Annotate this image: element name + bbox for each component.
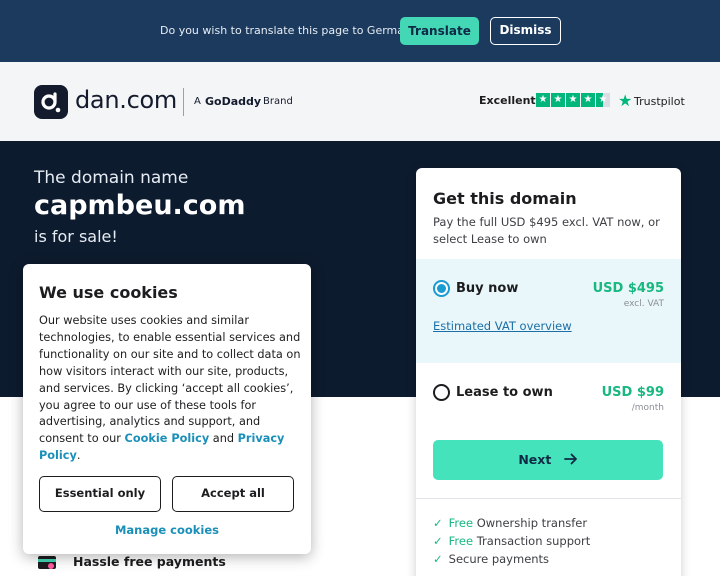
purchase-card: Get this domain Pay the full USD $495 ex… xyxy=(416,168,681,576)
logo-text[interactable]: dan.com xyxy=(75,86,177,114)
feature-text: Secure payments xyxy=(448,552,550,566)
trustpilot-name: Trustpilot xyxy=(634,95,685,108)
feature-free-tag: Free xyxy=(448,516,474,530)
logo-divider xyxy=(183,88,184,116)
cookie-policy-link[interactable]: Cookie Policy xyxy=(125,432,210,445)
translate-bar: Do you wish to translate this page to Ge… xyxy=(0,0,720,62)
hero-for-sale: is for sale! xyxy=(34,227,118,246)
cookie-title: We use cookies xyxy=(39,283,178,302)
arrow-right-icon xyxy=(563,441,578,481)
trustpilot-rating-text: Excellent xyxy=(479,94,536,107)
feature-ownership-transfer: ✓ Free Ownership transfer xyxy=(433,516,587,530)
essential-only-button[interactable]: Essential only xyxy=(39,476,161,512)
feature-text: Transaction support xyxy=(476,534,591,548)
payment-icon xyxy=(36,551,58,573)
lease-to-own-label[interactable]: Lease to own xyxy=(456,385,553,400)
feature-secure-payments: ✓ Secure payments xyxy=(433,552,549,566)
check-icon: ✓ xyxy=(433,552,443,566)
feature-text: Ownership transfer xyxy=(476,516,588,530)
buy-now-option[interactable]: Buy now USD $495 excl. VAT xyxy=(416,259,681,363)
buy-now-radio[interactable] xyxy=(433,280,450,297)
card-divider xyxy=(416,498,681,499)
godaddy-logo: GoDaddy xyxy=(205,95,262,108)
half-star-icon: ★ xyxy=(596,93,610,107)
star-icon: ★ xyxy=(551,93,565,107)
cookie-period: . xyxy=(76,449,81,463)
brand-prefix: A xyxy=(194,96,201,107)
accept-all-button[interactable]: Accept all xyxy=(172,476,294,512)
lease-price: USD $99 xyxy=(601,385,664,400)
hassle-free-payments: Hassle free payments xyxy=(73,554,226,569)
trustpilot-logo-icon: ★ xyxy=(618,91,633,110)
check-icon: ✓ xyxy=(433,534,443,548)
cookie-dialog: We use cookies Our website uses cookies … xyxy=(23,264,311,554)
translate-prompt: Do you wish to translate this page to Ge… xyxy=(160,24,417,37)
card-subtitle: Pay the full USD $495 excl. VAT now, or … xyxy=(433,215,660,246)
manage-cookies-link[interactable]: Manage cookies xyxy=(23,523,311,537)
check-icon: ✓ xyxy=(433,516,443,530)
star-icon: ★ xyxy=(536,93,550,107)
card-title: Get this domain xyxy=(433,189,577,208)
hero-intro: The domain name xyxy=(34,168,189,188)
lease-to-own-radio[interactable] xyxy=(433,384,450,401)
feature-transaction-support: ✓ Free Transaction support xyxy=(433,534,590,548)
next-button[interactable]: Next xyxy=(433,440,663,480)
domain-name: capmbeu.com xyxy=(34,190,246,221)
trustpilot-stars: ★ ★ ★ ★ ★ xyxy=(536,93,610,107)
cookie-body: Our website uses cookies and similar tec… xyxy=(39,313,301,465)
next-label: Next xyxy=(518,452,552,467)
cookie-text: Our website uses cookies and similar tec… xyxy=(39,314,301,446)
site-header: dan.com A GoDaddy Brand Excellent ★ ★ ★ … xyxy=(0,62,720,141)
brand-suffix: Brand xyxy=(263,96,293,107)
star-icon: ★ xyxy=(566,93,580,107)
feature-free-tag: Free xyxy=(448,534,474,548)
star-icon: ★ xyxy=(581,93,595,107)
dismiss-button[interactable]: Dismiss xyxy=(490,17,561,45)
buy-now-label: Buy now xyxy=(456,281,519,296)
buy-now-price-note: excl. VAT xyxy=(623,299,664,309)
cookie-and-text: and xyxy=(212,432,235,446)
lease-price-note: /month xyxy=(631,403,664,413)
buy-now-price: USD $495 xyxy=(592,281,664,296)
translate-button[interactable]: Translate xyxy=(400,17,479,45)
vat-overview-link[interactable]: Estimated VAT overview xyxy=(433,319,572,333)
dan-logo-icon[interactable] xyxy=(34,85,68,119)
